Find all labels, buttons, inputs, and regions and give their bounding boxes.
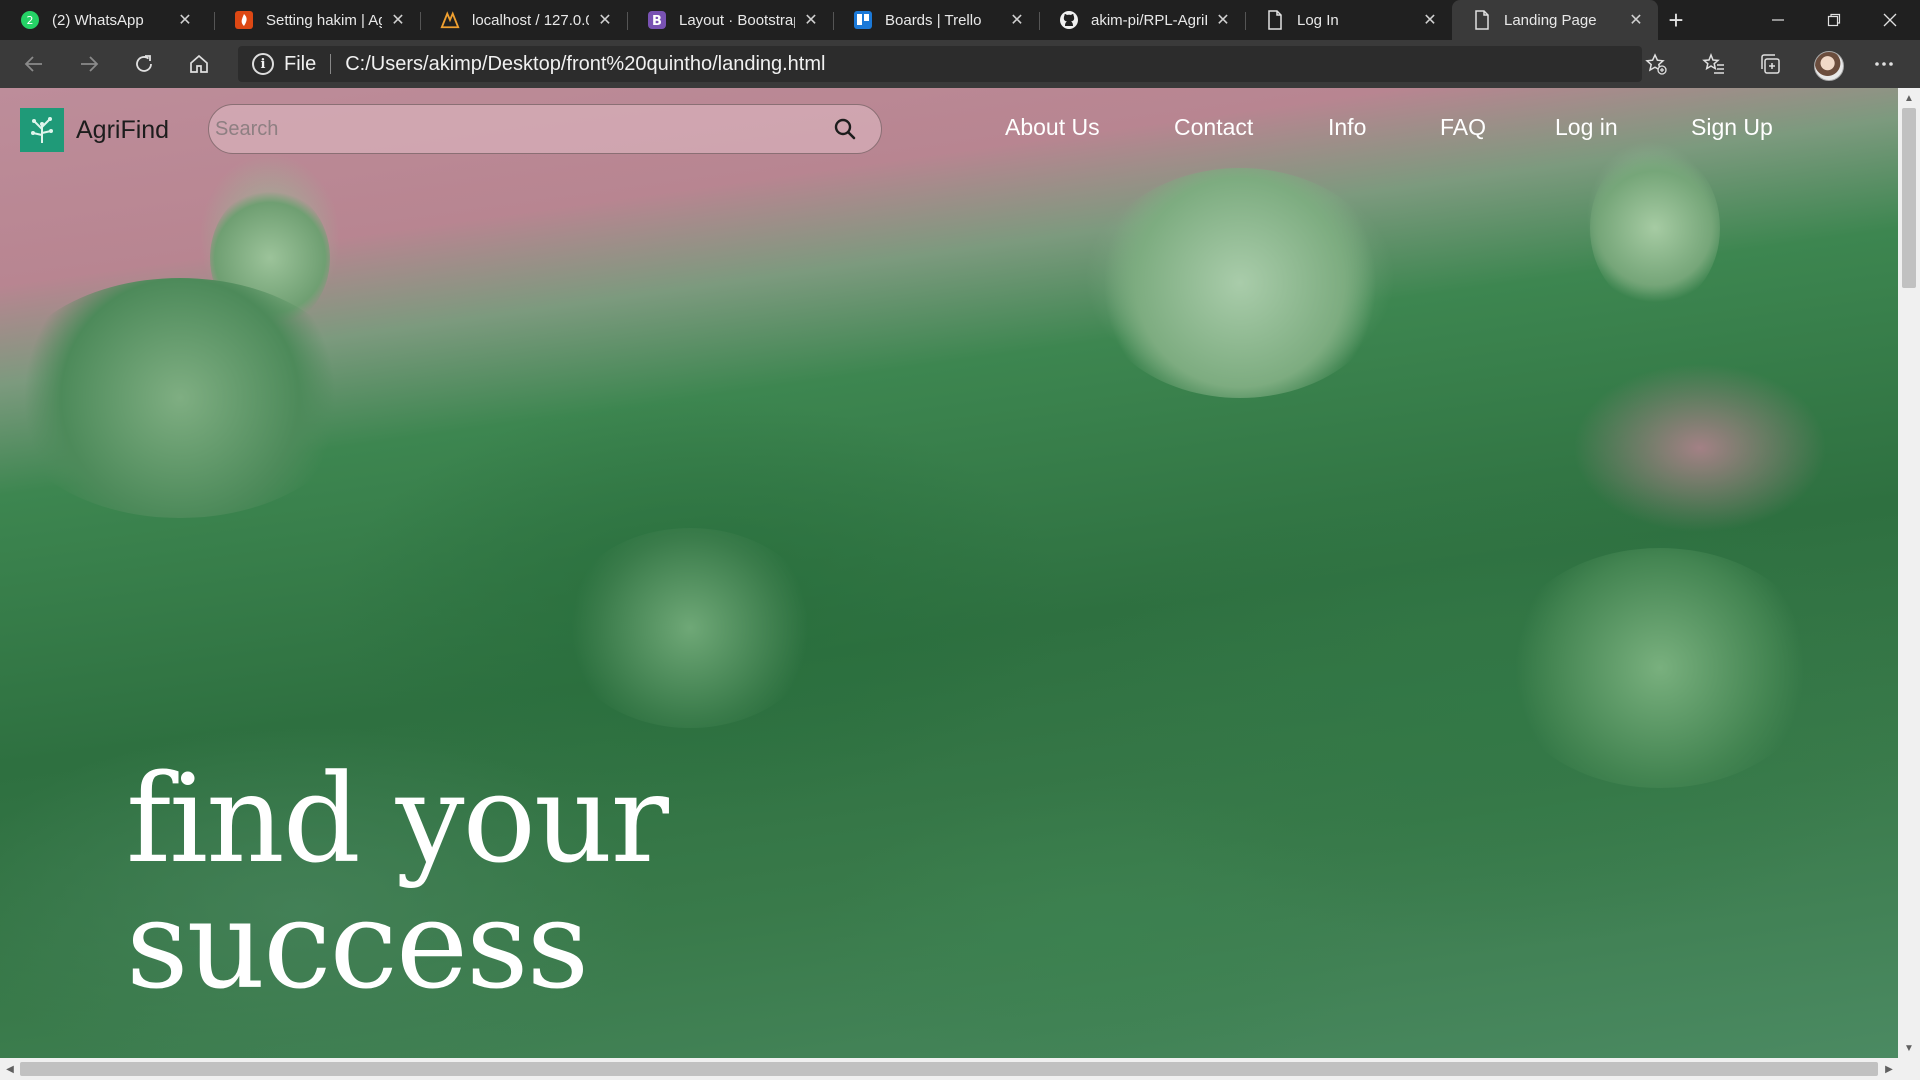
tab-localhost[interactable]: localhost / 127.0.0 ✕: [420, 0, 627, 40]
forward-button[interactable]: [73, 48, 105, 80]
tree-canopy: [1500, 548, 1820, 788]
close-icon[interactable]: ✕: [595, 10, 615, 30]
tab-title: Layout · Bootstrap: [679, 11, 795, 29]
vertical-scrollbar[interactable]: ▲ ▼: [1898, 88, 1920, 1058]
search-input[interactable]: [209, 106, 825, 152]
tree-canopy: [1590, 148, 1720, 308]
browser-toolbar: i File C:/Users/akimp/Desktop/front%20qu…: [0, 40, 1920, 88]
close-icon[interactable]: ✕: [175, 10, 195, 30]
refresh-button[interactable]: [128, 48, 160, 80]
nav-about-us[interactable]: About Us: [1005, 114, 1100, 141]
bootstrap-icon: B: [647, 10, 667, 30]
tab-title: Log In: [1297, 11, 1339, 29]
close-window-button[interactable]: [1862, 0, 1918, 40]
tree-canopy: [0, 278, 360, 518]
nav-info[interactable]: Info: [1328, 114, 1366, 141]
scroll-right-arrow-icon[interactable]: ▶: [1880, 1060, 1898, 1078]
address-bar[interactable]: i File C:/Users/akimp/Desktop/front%20qu…: [238, 46, 1642, 82]
tab-title: Boards | Trello: [885, 11, 982, 29]
svg-text:B: B: [652, 14, 662, 29]
collections-icon[interactable]: [1754, 48, 1786, 80]
tab-bootstrap[interactable]: B Layout · Bootstrap ✕: [627, 0, 833, 40]
tab-whatsapp[interactable]: 2 (2) WhatsApp ✕: [0, 0, 207, 40]
tab-title: akim-pi/RPL-AgriF: [1091, 11, 1207, 29]
nav-log-in[interactable]: Log in: [1555, 114, 1618, 141]
close-icon[interactable]: ✕: [388, 10, 408, 30]
horizontal-scrollbar[interactable]: ◀ ▶: [0, 1058, 1920, 1080]
search-icon[interactable]: [825, 109, 865, 149]
more-options-icon[interactable]: [1868, 48, 1900, 80]
codeigniter-icon: [234, 10, 254, 30]
nav-contact[interactable]: Contact: [1174, 114, 1253, 141]
tab-github[interactable]: akim-pi/RPL-AgriF ✕: [1039, 0, 1245, 40]
home-button[interactable]: [183, 48, 215, 80]
tab-trello[interactable]: Boards | Trello ✕: [833, 0, 1039, 40]
nav-sign-up[interactable]: Sign Up: [1691, 114, 1773, 141]
address-scheme: File: [284, 52, 317, 75]
page-viewport: AgriFind About Us Contact Info FAQ Log i…: [0, 88, 1898, 1058]
trello-icon: [853, 10, 873, 30]
close-icon[interactable]: ✕: [1007, 10, 1027, 30]
scroll-up-arrow-icon[interactable]: ▲: [1900, 89, 1918, 107]
headline-line-1: find your: [126, 748, 669, 890]
vertical-scroll-thumb[interactable]: [1902, 108, 1916, 288]
site-header: AgriFind About Us Contact Info FAQ Log i…: [0, 88, 1898, 168]
tree-canopy: [560, 528, 820, 728]
minimize-button[interactable]: [1750, 0, 1806, 40]
tree-canopy: [1090, 168, 1390, 398]
brand-name: AgriFind: [76, 115, 170, 144]
add-favorite-icon[interactable]: [1640, 48, 1672, 80]
horizontal-scroll-thumb[interactable]: [20, 1062, 1878, 1076]
page-icon: [1472, 10, 1492, 30]
close-icon[interactable]: ✕: [1213, 10, 1233, 30]
scroll-left-arrow-icon[interactable]: ◀: [1, 1060, 19, 1078]
tab-title: Landing Page: [1504, 11, 1597, 29]
whatsapp-icon: 2: [20, 10, 40, 30]
tab-title: localhost / 127.0.0: [472, 11, 589, 29]
address-divider: [330, 54, 332, 74]
close-icon[interactable]: ✕: [801, 10, 821, 30]
tab-setting-hakim[interactable]: Setting hakim | Ag ✕: [214, 0, 420, 40]
tab-title: Setting hakim | Ag: [266, 11, 382, 29]
favorites-icon[interactable]: [1698, 48, 1730, 80]
browser-tab-strip: 2 (2) WhatsApp ✕ Setting hakim | Ag ✕ lo…: [0, 0, 1920, 40]
phpmyadmin-icon: [440, 10, 460, 30]
new-tab-button[interactable]: +: [1662, 5, 1690, 35]
nav-faq[interactable]: FAQ: [1440, 114, 1486, 141]
info-icon[interactable]: i: [252, 53, 274, 75]
svg-text:2: 2: [27, 14, 34, 27]
hero-headline: find your success: [126, 748, 669, 1016]
back-button[interactable]: [18, 48, 50, 80]
restore-button[interactable]: [1806, 0, 1862, 40]
github-icon: [1059, 10, 1079, 30]
page-icon: [1265, 10, 1285, 30]
brand[interactable]: AgriFind: [20, 108, 169, 152]
agrifind-logo-icon: [20, 108, 64, 152]
search-bar: [208, 104, 882, 154]
tab-title: (2) WhatsApp: [52, 11, 144, 29]
scroll-down-arrow-icon[interactable]: ▼: [1900, 1039, 1918, 1057]
address-url[interactable]: C:/Users/akimp/Desktop/front%20quintho/l…: [345, 53, 825, 76]
tab-log-in[interactable]: Log In ✕: [1245, 0, 1452, 40]
close-icon[interactable]: ✕: [1420, 10, 1440, 30]
profile-avatar[interactable]: [1814, 51, 1844, 81]
headline-line-2: success: [126, 874, 589, 1016]
close-icon[interactable]: ✕: [1626, 10, 1646, 30]
tab-landing-page[interactable]: Landing Page ✕: [1452, 0, 1658, 40]
